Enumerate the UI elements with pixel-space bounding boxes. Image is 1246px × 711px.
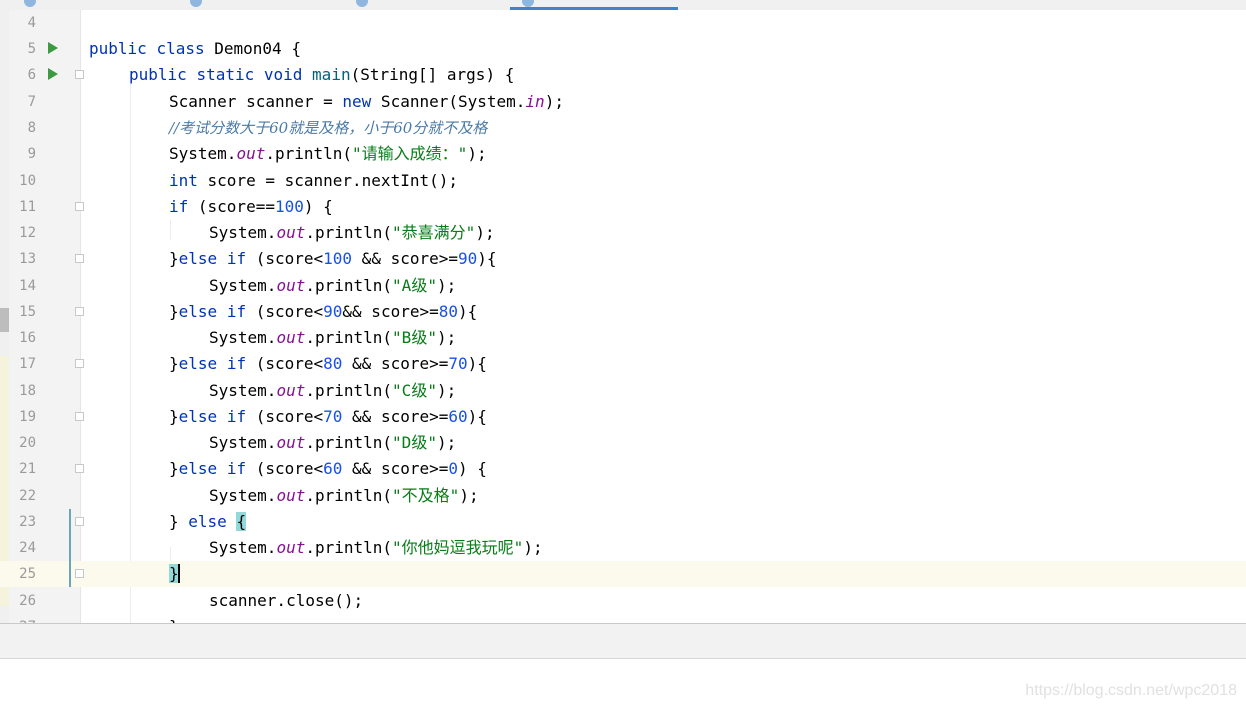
line-number: 6 [27,67,36,83]
code-text: public static void main(String[] args) { [129,65,515,84]
line-number: 19 [19,409,36,425]
code-text: System.out.println("你他妈逗我玩呢"); [209,538,543,557]
code-line[interactable]: 8 //考试分数大于60就是及格，小于60分就不及格 [0,115,1246,141]
code-line[interactable]: 16 System.out.println("B级"); [0,325,1246,351]
code-text: System.out.println("D级"); [209,433,457,452]
code-line[interactable]: 12 System.out.println("恭喜满分"); [0,220,1246,246]
code-text: if (score==100) { [169,197,333,216]
line-number: 9 [27,146,36,162]
java-file-icon[interactable] [190,0,202,7]
text-caret [177,564,180,583]
code-editor[interactable]: 4 5 public class Demon04 { 6 public stat… [0,10,1246,623]
current-line[interactable]: 25 } [0,561,1246,587]
line-number: 5 [27,41,36,57]
line-number: 12 [19,225,36,241]
fold-icon[interactable] [75,517,84,526]
java-file-icon[interactable] [356,0,368,7]
code-text: } else { [169,512,247,531]
code-line[interactable]: 9 System.out.println("请输入成绩："); [0,141,1246,167]
fold-icon[interactable] [75,254,84,263]
line-number: 14 [19,278,36,294]
code-comment: //考试分数大于60就是及格，小于60分就不及格 [169,119,488,137]
line-number: 21 [19,461,36,477]
code-text: System.out.println("恭喜满分"); [209,223,495,242]
code-line[interactable]: 20 System.out.println("D级"); [0,430,1246,456]
java-file-icon[interactable] [522,0,534,7]
vcs-change-bar[interactable] [69,561,71,587]
line-number: 24 [19,540,36,556]
code-text: }else if (score<90&& score>=80){ [169,302,478,321]
line-number: 13 [19,251,36,267]
code-line[interactable]: 11 if (score==100) { [0,194,1246,220]
line-number: 20 [19,435,36,451]
line-number: 22 [19,488,36,504]
java-file-icon[interactable] [24,0,36,7]
code-line[interactable]: 15 }else if (score<90&& score>=80){ [0,299,1246,325]
code-line[interactable]: 23 } else { [0,509,1246,535]
run-icon[interactable] [48,68,58,80]
vcs-change-bar[interactable] [69,535,71,561]
code-text: System.out.println("A级"); [209,276,457,295]
fold-icon[interactable] [75,359,84,368]
line-number: 26 [19,593,36,609]
fold-icon[interactable] [75,307,84,316]
code-line[interactable]: 14 System.out.println("A级"); [0,273,1246,299]
line-number: 10 [19,173,36,189]
code-text: System.out.println("C级"); [209,381,457,400]
fold-icon[interactable] [75,569,84,578]
code-line[interactable]: 27 } [0,614,1246,623]
code-text: }else if (score<100 && score>=90){ [169,249,497,268]
code-text: public class Demon04 { [89,39,301,58]
code-line[interactable]: 17 }else if (score<80 && score>=70){ [0,351,1246,377]
code-line[interactable]: 18 System.out.println("C级"); [0,378,1246,404]
line-number: 17 [19,356,36,372]
fold-icon[interactable] [75,412,84,421]
line-number: 11 [19,199,36,215]
code-text: int score = scanner.nextInt(); [169,171,458,190]
code-text: System.out.println("B级"); [209,328,457,347]
code-line[interactable]: 6 public static void main(String[] args)… [0,62,1246,88]
line-number: 25 [19,566,36,582]
watermark: https://blog.csdn.net/wpc2018 [1025,682,1237,699]
code-text: System.out.println("请输入成绩："); [169,144,487,163]
code-line[interactable]: 26 scanner.close(); [0,588,1246,614]
code-line[interactable]: 24 System.out.println("你他妈逗我玩呢"); [0,535,1246,561]
line-number: 16 [19,330,36,346]
line-number: 8 [27,120,36,136]
code-text: }else if (score<80 && score>=70){ [169,354,487,373]
code-line[interactable]: 21 }else if (score<60 && score>=0) { [0,456,1246,482]
bottom-toolbar[interactable] [0,624,1246,659]
line-number: 23 [19,514,36,530]
fold-icon[interactable] [75,70,84,79]
code-text: Scanner scanner = new Scanner(System.in)… [169,92,564,111]
line-number: 18 [19,383,36,399]
code-line[interactable]: 10 int score = scanner.nextInt(); [0,168,1246,194]
code-line[interactable]: 4 [0,10,1246,36]
fold-icon[interactable] [75,464,84,473]
matched-brace: { [236,512,247,531]
code-text: } [169,564,180,584]
fold-icon[interactable] [75,202,84,211]
vcs-change-bar[interactable] [69,509,71,535]
code-line[interactable]: 19 }else if (score<70 && score>=60){ [0,404,1246,430]
line-number: 4 [27,15,36,31]
code-line[interactable]: 5 public class Demon04 { [0,36,1246,62]
code-line[interactable]: 13 }else if (score<100 && score>=90){ [0,246,1246,272]
code-line[interactable]: 7 Scanner scanner = new Scanner(System.i… [0,89,1246,115]
code-text: System.out.println("不及格"); [209,486,479,505]
line-number: 7 [27,94,36,110]
code-text: }else if (score<70 && score>=60){ [169,407,487,426]
code-line[interactable]: 22 System.out.println("不及格"); [0,483,1246,509]
code-text: }else if (score<60 && score>=0) { [169,459,487,478]
code-text: scanner.close(); [209,591,364,610]
line-number: 15 [19,304,36,320]
run-icon[interactable] [48,42,58,54]
